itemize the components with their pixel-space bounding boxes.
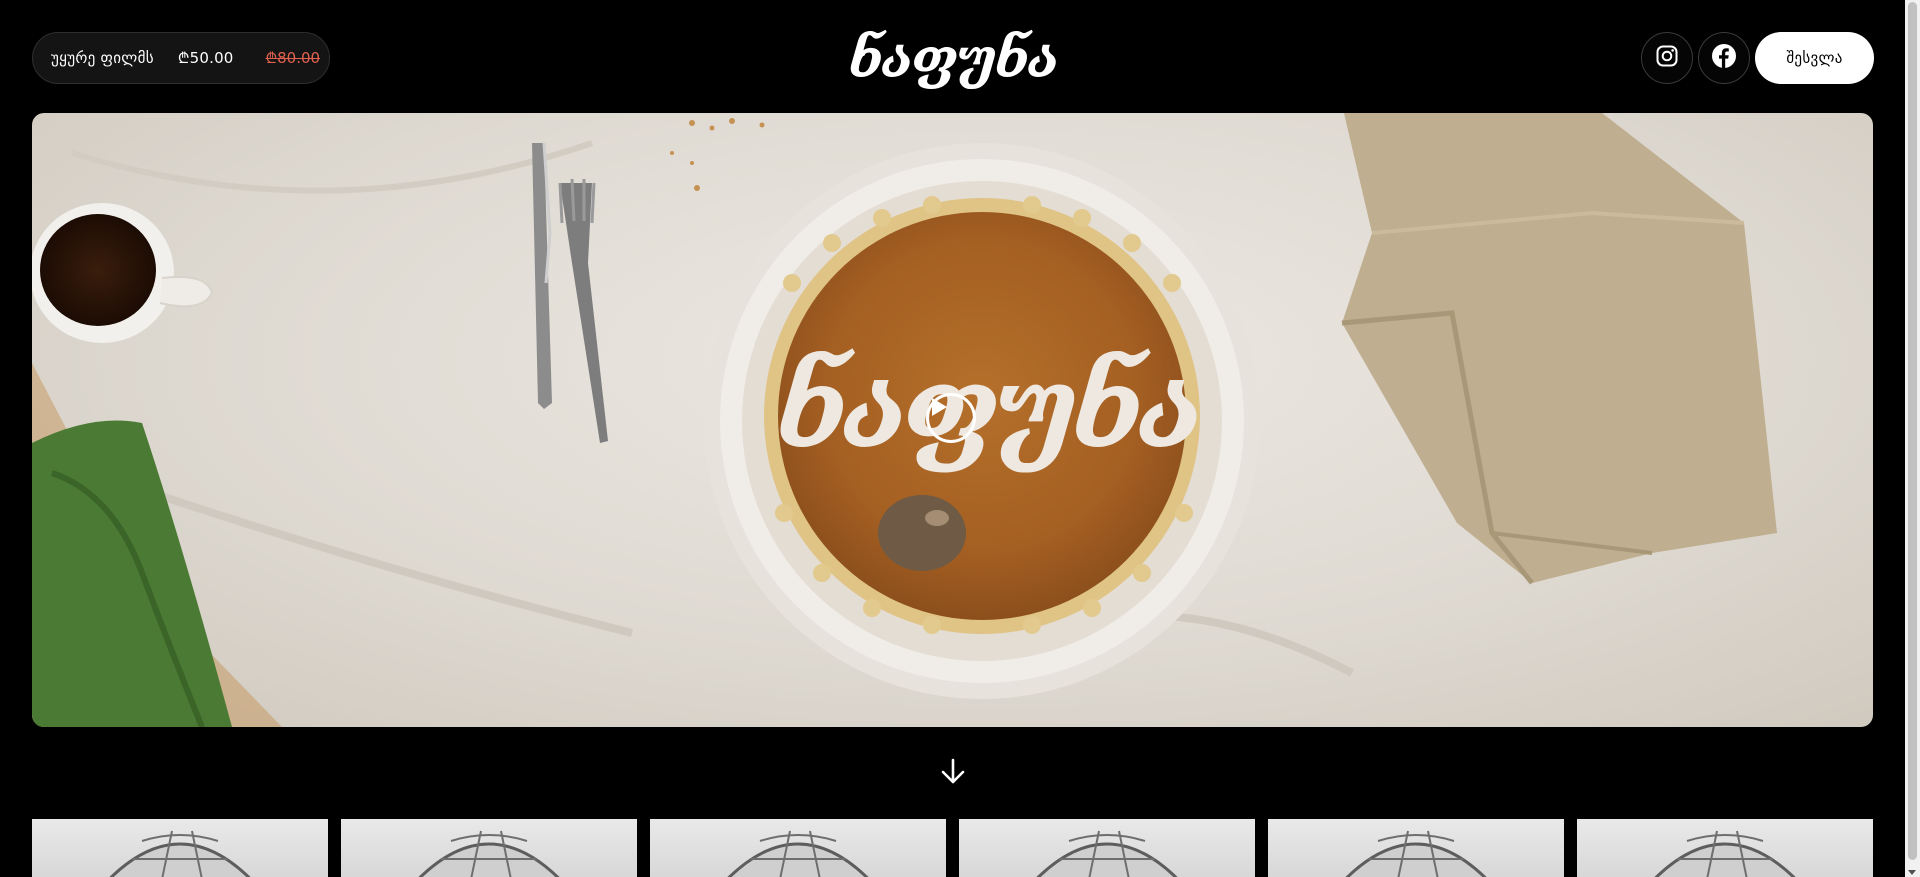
instagram-button[interactable]	[1641, 32, 1693, 84]
pie-text: ნაფუნა	[776, 342, 1204, 474]
thumbnail-strip	[32, 819, 1873, 877]
thumbnail[interactable]	[959, 819, 1255, 877]
scroll-down-button[interactable]	[940, 758, 966, 786]
hero-video[interactable]: ნაფუნა	[32, 113, 1873, 727]
facebook-button[interactable]	[1698, 32, 1750, 84]
logo-dot	[861, 52, 865, 56]
current-price: ₾50.00	[177, 49, 234, 67]
logo-text: ნაფუნა	[848, 26, 1060, 90]
scrollbar-thumb[interactable]	[1908, 2, 1917, 860]
login-button[interactable]: შესვლა	[1755, 32, 1874, 84]
buy-film-button[interactable]: უყურე ფილმს ₾50.00 ₾80.00	[32, 32, 330, 84]
buy-film-label: უყურე ფილმს	[51, 49, 154, 67]
arrow-down-icon	[940, 758, 966, 790]
scrollbar-down-arrow-icon[interactable]	[1908, 870, 1916, 875]
thumbnail[interactable]	[1577, 819, 1873, 877]
instagram-icon	[1655, 44, 1679, 72]
site-logo[interactable]: ნაფუნა	[849, 20, 1060, 96]
thumbnail[interactable]	[1268, 819, 1564, 877]
thumbnail[interactable]	[650, 819, 946, 877]
thumbnail[interactable]	[32, 819, 328, 877]
facebook-icon	[1711, 43, 1737, 73]
page: უყურე ფილმს ₾50.00 ₾80.00 ნაფუნა შესვლა	[0, 0, 1920, 877]
thumbnail[interactable]	[341, 819, 637, 877]
page-scrollbar[interactable]	[1905, 0, 1920, 877]
old-price: ₾80.00	[265, 49, 321, 67]
play-button[interactable]	[926, 393, 976, 443]
